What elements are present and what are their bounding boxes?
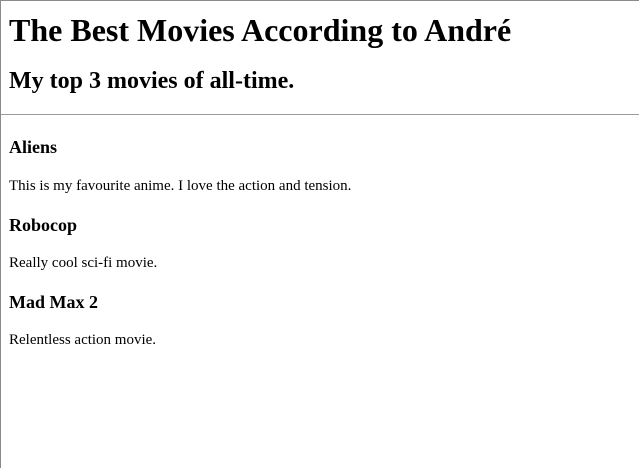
movie-description-robocop: Really cool sci-fi movie. <box>9 255 158 271</box>
movie-title-aliens: Aliens <box>9 137 58 157</box>
movie-description-mad-max-2: Relentless action movie. <box>9 332 157 348</box>
divider <box>1 114 639 115</box>
page-subtitle: My top 3 movies of all-time. <box>9 68 295 94</box>
movie-title-robocop: Robocop <box>9 215 78 235</box>
page-title: The Best Movies According to André <box>9 12 512 48</box>
movie-title-mad-max-2: Mad Max 2 <box>9 292 98 312</box>
movie-description-aliens: This is my favourite anime. I love the a… <box>9 178 352 194</box>
page: The Best Movies According to André My to… <box>0 0 639 468</box>
